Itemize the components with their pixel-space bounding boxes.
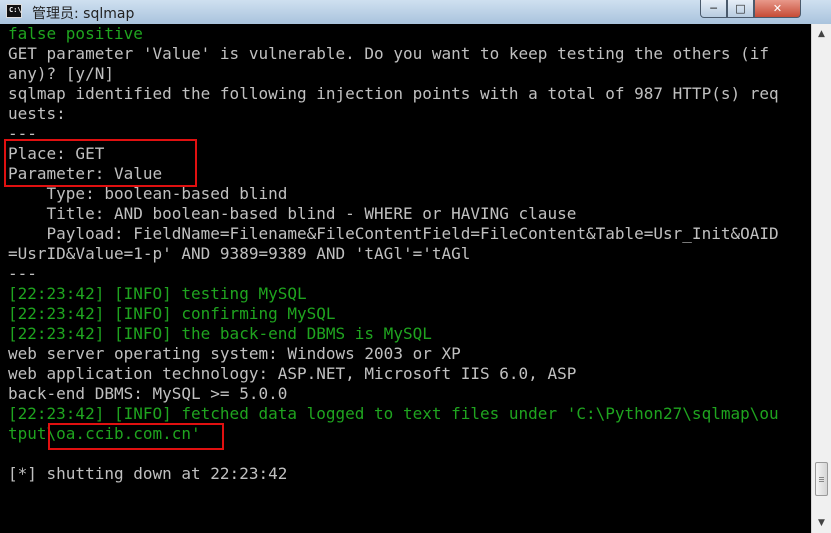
console-line: any)? [y/N] [8,64,114,83]
scroll-up-icon[interactable]: ▲ [814,26,829,42]
scroll-thumb[interactable] [815,462,828,496]
close-button[interactable]: ✕ [754,0,801,18]
console-line: --- [8,264,37,283]
console-line: [*] shutting down at 22:23:42 [8,464,288,483]
injection-point-highlight [4,139,197,187]
console-icon-text: C:\ [9,6,22,14]
console-line: [22:23:42] [INFO] confirming MySQL [8,304,336,323]
scroll-down-icon[interactable]: ▼ [814,515,829,531]
maximize-icon: □ [735,2,746,15]
console-line: [22:23:42] [INFO] fetched data logged to… [8,404,779,423]
window-title: 管理员: sqlmap [32,6,135,22]
close-icon: ✕ [772,2,783,15]
console-line: =UsrID&Value=1-p' AND 9389=9389 AND 'tAG… [8,244,471,263]
console-output[interactable]: false positive GET parameter 'Value' is … [0,24,811,533]
vertical-scrollbar[interactable]: ▲ ▼ [811,24,831,533]
console-icon: C:\ [6,4,22,18]
minimize-button[interactable]: ─ [700,0,727,18]
console-window: C:\ 管理员: sqlmap ─ □ ✕ false positive GET… [0,0,831,533]
console-line: GET parameter 'Value' is vulnerable. Do … [8,44,769,63]
console-line: false positive [8,24,143,43]
console-line: [22:23:42] [INFO] the back-end DBMS is M… [8,324,432,343]
title-bar[interactable]: C:\ 管理员: sqlmap ─ □ ✕ [0,0,831,25]
maximize-button[interactable]: □ [727,0,754,18]
console-line: Payload: FieldName=Filename&FileContentF… [8,224,779,243]
console-line: uests: [8,104,66,123]
console-line: [22:23:42] [INFO] testing MySQL [8,284,307,303]
minimize-icon: ─ [710,2,717,15]
output-path-highlight [48,423,224,450]
console-line: Title: AND boolean-based blind - WHERE o… [8,204,577,223]
console-line: back-end DBMS: MySQL >= 5.0.0 [8,384,288,403]
console-line: web server operating system: Windows 200… [8,344,461,363]
console-line: Type: boolean-based blind [8,184,288,203]
console-line: web application technology: ASP.NET, Mic… [8,364,577,383]
console-line: sqlmap identified the following injectio… [8,84,779,103]
